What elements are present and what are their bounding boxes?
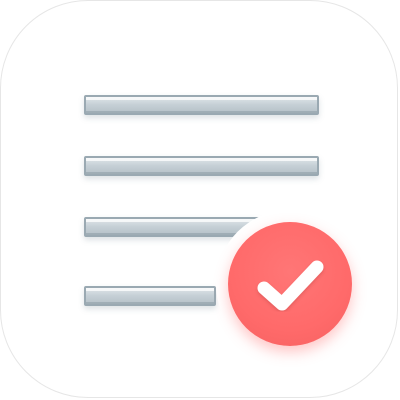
check-icon [257, 260, 324, 311]
screen [0, 0, 400, 400]
list-line-4 [84, 286, 216, 306]
list-line-2 [84, 156, 319, 176]
checkmark-badge [228, 222, 352, 346]
list-line-1 [84, 95, 319, 115]
